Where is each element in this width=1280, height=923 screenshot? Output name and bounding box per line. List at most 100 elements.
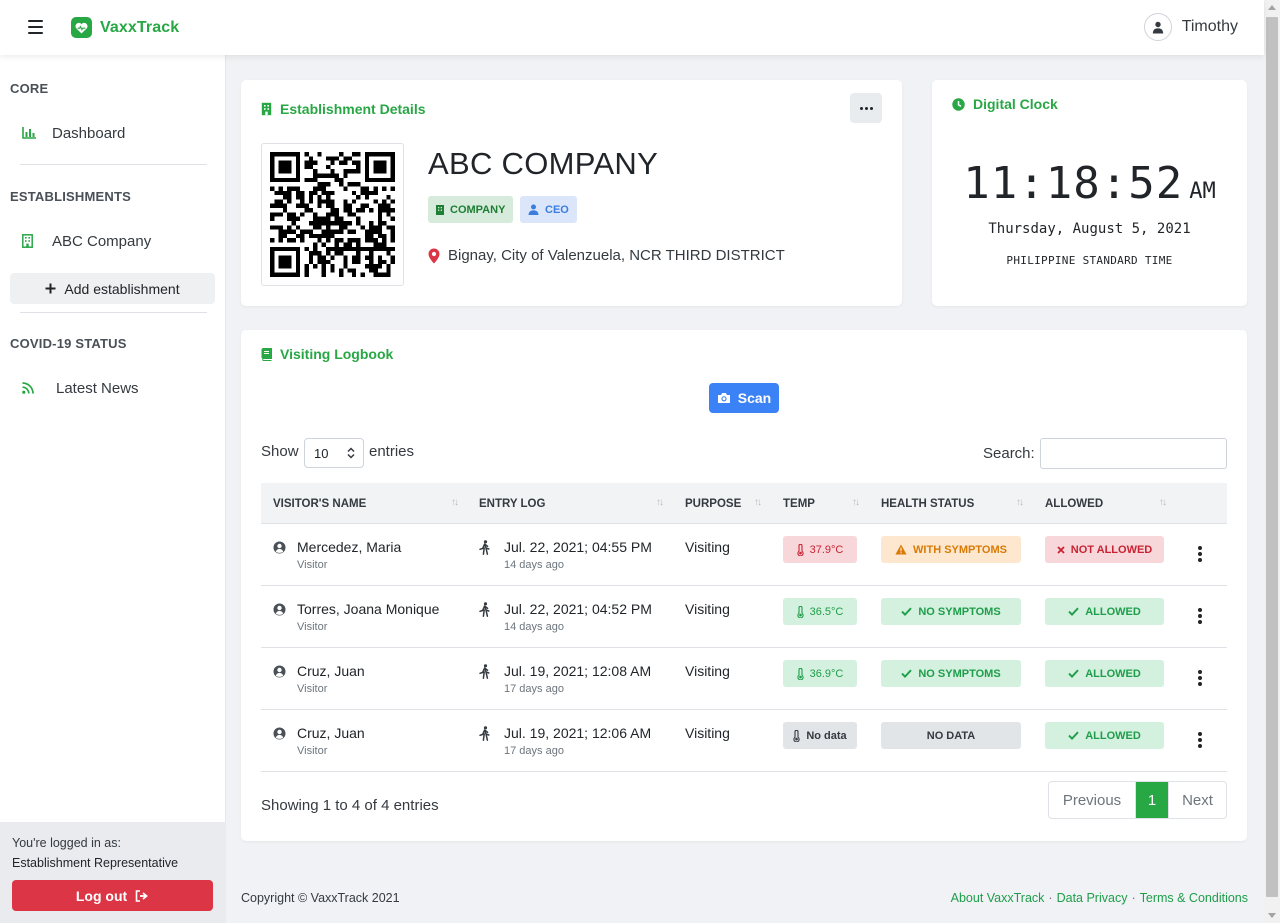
- scan-button[interactable]: Scan: [709, 383, 779, 413]
- role-badge: CEO: [520, 196, 577, 223]
- visitor-cell: Cruz, Juan Visitor: [273, 725, 365, 757]
- purpose-cell: Visiting: [685, 539, 730, 555]
- clock-icon: [952, 97, 965, 111]
- camera-icon: [717, 393, 730, 403]
- column-header-temp[interactable]: TEMP: [783, 483, 815, 524]
- column-header-allowed[interactable]: ALLOWED: [1045, 483, 1103, 524]
- sort-icon: ↑↓: [852, 497, 860, 508]
- previous-page-button[interactable]: Previous: [1049, 782, 1136, 818]
- sort-icon: ↑↓: [451, 497, 459, 508]
- qr-code: [261, 143, 404, 286]
- sort-icon: ↑↓: [754, 497, 762, 508]
- health-status-label: NO SYMPTOMS: [918, 605, 1001, 618]
- footer-separator: ·: [1131, 891, 1136, 905]
- next-page-button[interactable]: Next: [1168, 782, 1226, 818]
- menu-toggle-icon[interactable]: [28, 20, 43, 34]
- brand-name: VaxxTrack: [100, 18, 180, 36]
- temperature-value: 36.5°C: [809, 605, 844, 618]
- visitor-cell: Cruz, Juan Visitor: [273, 663, 365, 695]
- card-title-text: Establishment Details: [280, 101, 426, 117]
- thermometer-icon: [796, 543, 804, 556]
- establishment-name: ABC COMPANY: [428, 146, 659, 181]
- clock-ampm: AM: [1189, 179, 1216, 204]
- about-link[interactable]: About VaxxTrack: [951, 891, 1045, 905]
- search-input[interactable]: [1040, 438, 1227, 469]
- allowed-badge: NOT ALLOWED: [1045, 536, 1164, 563]
- brand-link[interactable]: VaxxTrack: [71, 17, 179, 38]
- column-header-purpose[interactable]: PURPOSE: [685, 483, 741, 524]
- sort-icon: ↑↓: [656, 497, 664, 508]
- sort-icon: ↑↓: [1016, 497, 1024, 508]
- scroll-down-arrow-icon[interactable]: [1268, 913, 1276, 918]
- allowed-label: ALLOWED: [1085, 667, 1141, 680]
- row-actions-icon[interactable]: [1197, 732, 1203, 748]
- page-length-select[interactable]: 10: [304, 438, 364, 468]
- clock-card-title: Digital Clock: [952, 96, 1058, 112]
- visitor-name: Mercedez, Maria: [297, 539, 402, 555]
- sidebar-heading-core: CORE: [10, 81, 49, 96]
- column-header-health-status[interactable]: HEALTH STATUS: [881, 483, 974, 524]
- more-options-button[interactable]: [850, 93, 882, 123]
- entry-cell: Jul. 19, 2021; 12:08 AM 17 days ago: [479, 663, 651, 695]
- logout-button[interactable]: Log out: [12, 880, 213, 911]
- logged-in-label: You're logged in as:: [12, 836, 121, 850]
- purpose-cell: Visiting: [685, 601, 730, 617]
- health-status-badge: NO SYMPTOMS: [881, 598, 1021, 625]
- sidebar-item-label: Latest News: [56, 379, 139, 397]
- row-actions-icon[interactable]: [1197, 608, 1203, 624]
- temperature-value: 37.9°C: [809, 543, 844, 556]
- book-icon: [261, 347, 272, 361]
- column-header-visitor-name[interactable]: VISITOR'S NAME: [273, 483, 366, 524]
- visitor-name: Torres, Joana Monique: [297, 601, 440, 617]
- type-badge: COMPANY: [428, 196, 514, 223]
- scrollbar-thumb[interactable]: [1266, 17, 1278, 897]
- visitor-cell: Mercedez, Maria Visitor: [273, 539, 401, 571]
- building-icon: [436, 204, 444, 215]
- visitor-type: Visitor: [297, 745, 328, 757]
- plus-icon: [45, 283, 56, 294]
- establishment-details-card: Establishment Details ABC COMPANY COMPAN…: [241, 80, 902, 306]
- sidebar-item-latest-news[interactable]: Latest News: [10, 370, 215, 406]
- times-icon: [1057, 545, 1065, 554]
- allowed-badge: ALLOWED: [1045, 660, 1164, 687]
- entry-cell: Jul. 22, 2021; 04:55 PM 14 days ago: [479, 539, 652, 571]
- user-avatar-icon: [1143, 13, 1172, 41]
- table-info: Showing 1 to 4 of 4 entries: [261, 797, 439, 814]
- data-privacy-link[interactable]: Data Privacy: [1057, 891, 1128, 905]
- footer-separator: ·: [1048, 891, 1053, 905]
- role-badge-label: CEO: [545, 203, 569, 216]
- add-establishment-button[interactable]: Add establishment: [10, 273, 215, 304]
- page-scrollbar[interactable]: [1264, 0, 1280, 923]
- allowed-label: NOT ALLOWED: [1070, 543, 1153, 556]
- row-actions-icon[interactable]: [1197, 546, 1203, 562]
- user-menu[interactable]: Timothy: [1143, 13, 1238, 41]
- column-header-entry-log[interactable]: ENTRY LOG: [479, 483, 545, 524]
- sidebar-divider: [20, 312, 207, 313]
- sign-out-icon: [135, 889, 149, 902]
- temperature-value: No data: [806, 729, 847, 742]
- copyright: Copyright © VaxxTrack 2021: [241, 891, 400, 905]
- user-circle-icon: [273, 665, 286, 695]
- entry-relative-time: 14 days ago: [504, 621, 564, 633]
- type-badge-label: COMPANY: [450, 203, 506, 216]
- add-establishment-label: Add establishment: [64, 280, 180, 297]
- scroll-up-arrow-icon[interactable]: [1268, 5, 1276, 10]
- map-marker-icon: [428, 248, 440, 263]
- walking-icon: [479, 602, 491, 633]
- visitor-name: Cruz, Juan: [297, 663, 365, 679]
- health-status-badge: NO DATA: [881, 722, 1021, 749]
- terms-link[interactable]: Terms & Conditions: [1140, 891, 1248, 905]
- row-actions-icon[interactable]: [1197, 670, 1203, 686]
- sidebar-item-abc-company[interactable]: ABC Company: [10, 223, 215, 259]
- sidebar-item-dashboard[interactable]: Dashboard: [10, 115, 215, 151]
- table-row: Mercedez, Maria Visitor Jul. 22, 2021; 04:…: [261, 524, 1227, 586]
- user-circle-icon: [273, 727, 286, 757]
- check-icon: [901, 669, 913, 678]
- warning-icon: [895, 544, 907, 555]
- table-row: Cruz, Juan Visitor Jul. 19, 2021; 12:06 AM…: [261, 710, 1227, 772]
- scan-label: Scan: [737, 390, 772, 406]
- page-1-button[interactable]: 1: [1136, 782, 1168, 818]
- establishment-card-title: Establishment Details: [261, 101, 426, 117]
- sidebar-item-label: ABC Company: [52, 232, 152, 250]
- search-label: Search:: [983, 445, 1035, 462]
